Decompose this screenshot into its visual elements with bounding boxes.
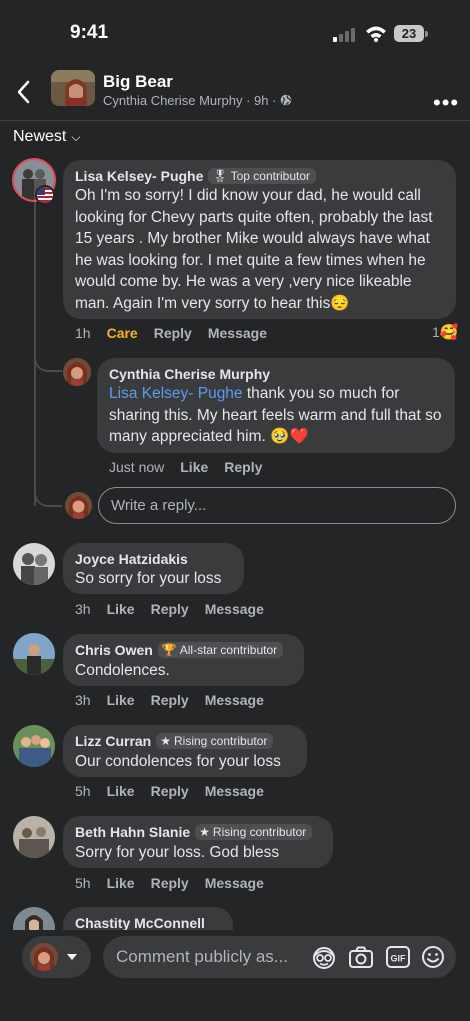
post-meta: Cynthia Cherise Murphy · 9h · bbox=[103, 93, 292, 108]
chevron-down-icon: ⌵ bbox=[71, 130, 81, 144]
group-title[interactable]: Big Bear bbox=[103, 72, 173, 92]
comment-bubble[interactable]: Beth Hahn Slanie ★ Rising contributor Sorr… bbox=[63, 816, 333, 868]
wifi-icon bbox=[366, 26, 386, 42]
post-time: · 9h · bbox=[242, 93, 281, 108]
avatar-sticker-icon[interactable] bbox=[311, 945, 337, 969]
comment-actions: 1h Care Reply Message bbox=[75, 325, 283, 341]
trophy-icon: 🏆 bbox=[161, 643, 177, 657]
avatar bbox=[65, 492, 92, 519]
avatar[interactable] bbox=[13, 633, 55, 675]
comment-actions: 3h Like Reply Message bbox=[75, 601, 280, 617]
reaction-summary[interactable]: 1🥰 bbox=[432, 323, 458, 341]
comment-author[interactable]: Joyce Hatzidakis bbox=[75, 551, 188, 567]
svg-text:GIF: GIF bbox=[391, 954, 407, 964]
reply-text: Lisa Kelsey- Pughe thank you so much for… bbox=[109, 385, 442, 445]
contributor-badge: ★ Rising contributor bbox=[156, 733, 274, 749]
thread-branch-input bbox=[34, 478, 62, 507]
pleading-face-emoji: 🥹 bbox=[270, 428, 290, 445]
contributor-badge: 🎖 Top contributor bbox=[208, 168, 317, 184]
comment-author[interactable]: Lisa Kelsey- Pughe 🎖 Top contributor bbox=[75, 168, 317, 184]
battery-tip bbox=[425, 31, 428, 37]
reply-button[interactable]: Reply bbox=[151, 601, 189, 617]
reply-input[interactable]: Write a reply... bbox=[98, 487, 456, 524]
status-time: 9:41 bbox=[70, 22, 109, 43]
comment-author[interactable]: Lizz Curran ★ Rising contributor bbox=[75, 733, 274, 749]
reply-author[interactable]: Cynthia Cherise Murphy bbox=[109, 366, 270, 382]
red-heart-emoji: ❤️ bbox=[289, 428, 309, 445]
comment-bubble[interactable]: Chris Owen 🏆 All-star contributor Condolen… bbox=[63, 634, 304, 686]
care-reaction-button[interactable]: Care bbox=[107, 325, 138, 341]
reply-button[interactable]: Reply bbox=[151, 783, 189, 799]
award-icon: 🎖 bbox=[212, 169, 228, 183]
comment-author[interactable]: Chastity McConnell bbox=[75, 915, 205, 931]
camera-icon[interactable] bbox=[348, 945, 374, 969]
more-options-icon[interactable]: ••• bbox=[433, 90, 459, 116]
reply-button[interactable]: Reply bbox=[224, 459, 262, 475]
contributor-badge: ★ Rising contributor bbox=[195, 824, 313, 840]
contributor-badge: 🏆 All-star contributor bbox=[157, 642, 284, 658]
avatar bbox=[30, 943, 58, 971]
comment-text: Our condolences for your loss bbox=[75, 753, 281, 770]
reply-actions: Just now Like Reply bbox=[109, 459, 278, 475]
reply-button[interactable]: Reply bbox=[154, 325, 192, 341]
comment-time: 3h bbox=[75, 601, 91, 617]
comment-author[interactable]: Beth Hahn Slanie ★ Rising contributor bbox=[75, 824, 313, 840]
comment-actions: 3h Like Reply Message bbox=[75, 692, 280, 708]
globe-icon bbox=[280, 94, 292, 106]
like-button[interactable]: Like bbox=[107, 875, 135, 891]
avatar[interactable] bbox=[63, 358, 91, 386]
comment-time: 5h bbox=[75, 875, 91, 891]
mention-link[interactable]: Lisa Kelsey- Pughe bbox=[109, 385, 243, 402]
emoji-icon[interactable] bbox=[421, 945, 445, 969]
pensive-face-emoji: 😔 bbox=[330, 294, 350, 312]
avatar[interactable] bbox=[13, 816, 55, 858]
reply-time: Just now bbox=[109, 459, 165, 475]
sort-dropdown[interactable]: Newest ⌵ bbox=[13, 128, 80, 146]
star-icon: ★ bbox=[199, 825, 210, 839]
gif-icon[interactable]: GIF bbox=[385, 945, 411, 969]
message-button[interactable]: Message bbox=[205, 601, 264, 617]
sort-label: Newest bbox=[13, 128, 67, 145]
like-button[interactable]: Like bbox=[180, 459, 208, 475]
like-button[interactable]: Like bbox=[107, 783, 135, 799]
message-button[interactable]: Message bbox=[205, 783, 264, 799]
avatar[interactable] bbox=[13, 725, 55, 767]
caret-down-icon bbox=[67, 954, 77, 960]
reply-button[interactable]: Reply bbox=[151, 875, 189, 891]
comment-bubble[interactable]: Lizz Curran ★ Rising contributor Our condo… bbox=[63, 725, 307, 777]
like-button[interactable]: Like bbox=[107, 601, 135, 617]
comment-bubble[interactable]: Lisa Kelsey- Pughe 🎖 Top contributor Oh I'… bbox=[63, 160, 456, 319]
battery-icon: 23 bbox=[394, 25, 424, 42]
message-button[interactable]: Message bbox=[205, 875, 264, 891]
comment-time: 3h bbox=[75, 692, 91, 708]
like-button[interactable]: Like bbox=[107, 692, 135, 708]
back-arrow-icon[interactable] bbox=[16, 80, 32, 104]
comment-text: Oh I'm so sorry! I did know your dad, he… bbox=[75, 187, 433, 312]
flag-icon bbox=[35, 185, 55, 205]
comment-author[interactable]: Chris Owen 🏆 All-star contributor bbox=[75, 642, 284, 658]
comment-time: 5h bbox=[75, 783, 91, 799]
comment-placeholder: Comment publicly as... bbox=[116, 947, 288, 966]
care-emoji-icon: 🥰 bbox=[439, 324, 459, 341]
comment-actions: 5h Like Reply Message bbox=[75, 783, 280, 799]
profile-switcher[interactable] bbox=[22, 936, 91, 978]
comment-time: 1h bbox=[75, 325, 91, 341]
avatar[interactable] bbox=[13, 543, 55, 585]
comment-text: So sorry for your loss bbox=[75, 570, 222, 587]
reaction-count: 1 bbox=[432, 324, 440, 340]
thread-branch-reply bbox=[34, 340, 62, 372]
comment-text: Sorry for your loss. God bless bbox=[75, 844, 280, 861]
comment-text: Condolences. bbox=[75, 662, 170, 679]
comment-actions: 5h Like Reply Message bbox=[75, 875, 280, 891]
post-author[interactable]: Cynthia Cherise Murphy bbox=[103, 93, 242, 108]
message-button[interactable]: Message bbox=[208, 325, 267, 341]
message-button[interactable]: Message bbox=[205, 692, 264, 708]
header-divider bbox=[0, 120, 470, 121]
reply-button[interactable]: Reply bbox=[151, 692, 189, 708]
group-cover-thumbnail[interactable] bbox=[51, 70, 95, 106]
reply-bubble[interactable]: Cynthia Cherise Murphy Lisa Kelsey- Pugh… bbox=[97, 358, 455, 453]
cellular-signal-icon bbox=[333, 28, 357, 42]
comment-bubble[interactable]: Joyce Hatzidakis So sorry for your loss bbox=[63, 543, 244, 594]
star-icon: ★ bbox=[160, 734, 171, 748]
